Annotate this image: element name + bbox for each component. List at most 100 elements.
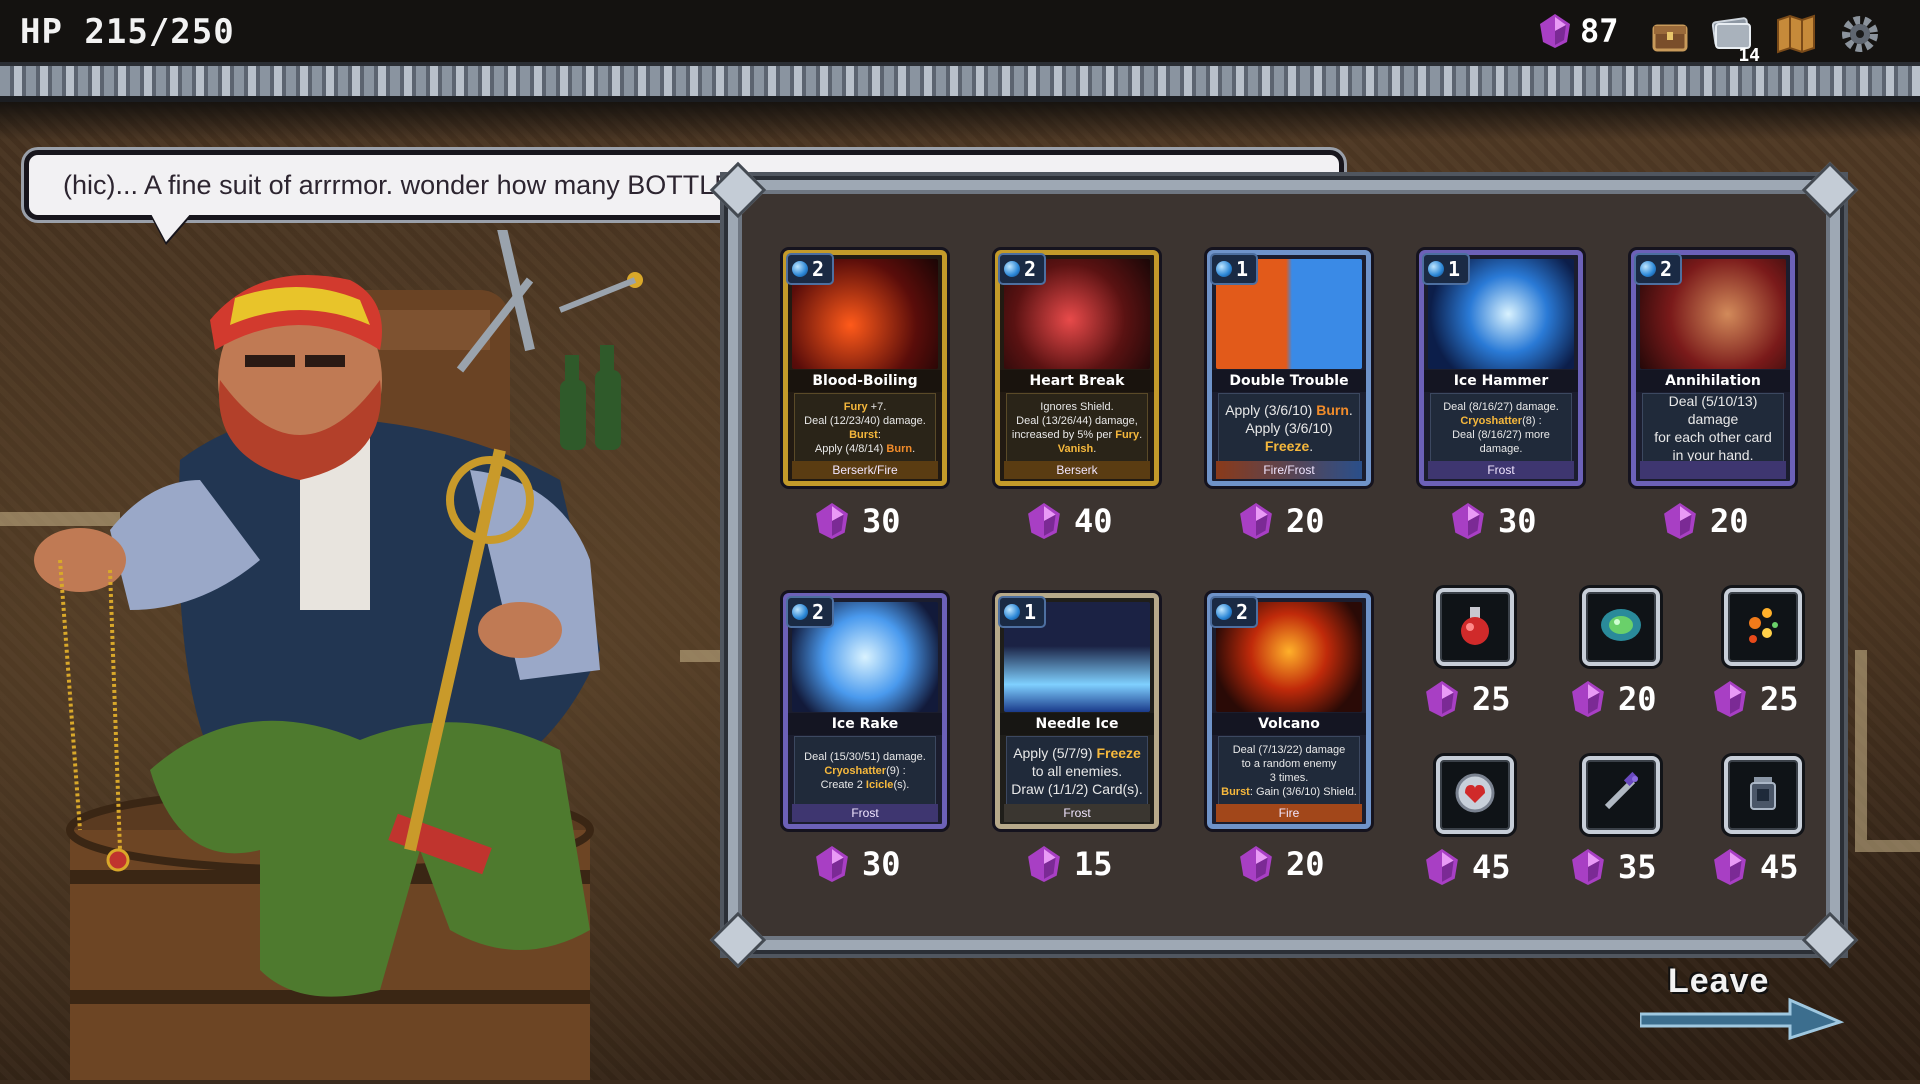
mana-orb-icon [1640, 261, 1656, 277]
relic-price: 20 [1572, 680, 1657, 718]
relic-price-value: 25 [1760, 680, 1799, 718]
map-road [1855, 650, 1867, 840]
shop-card[interactable]: 1 Double Trouble Apply (3/6/10) Burn. Apply… [1207, 250, 1371, 486]
card-description: Fury +7. Deal (12/23/40) damage. Burst: App… [794, 393, 936, 463]
shop-relic[interactable] [1724, 588, 1802, 666]
card-cost-value: 1 [1024, 600, 1037, 624]
card-description: Deal (15/30/51) damage. Cryoshatter(9) :C… [794, 736, 936, 806]
red-potion-icon [1449, 599, 1501, 655]
ornate-top-border [0, 62, 1920, 102]
heart-orb-icon [1449, 767, 1501, 823]
card-type [1640, 461, 1786, 479]
card-type: Fire [1216, 804, 1362, 822]
purple-gem-icon [1572, 681, 1604, 717]
card-name: Double Trouble [1212, 370, 1366, 392]
card-type: Frost [792, 804, 938, 822]
card-name: Heart Break [1000, 370, 1154, 392]
gem-count: 87 [1580, 12, 1619, 50]
shop-card[interactable]: 2 Blood-Boiling SwordFury +7.Deal (12/23/… [783, 250, 947, 486]
card-price-value: 20 [1286, 502, 1325, 540]
card-cost-value: 2 [1236, 600, 1249, 624]
card-price: 15 [1028, 845, 1113, 883]
card-cost-value: 2 [812, 257, 825, 281]
top-bar: HP 215/250 87 14 [0, 0, 1920, 70]
purple-gem-icon [1714, 681, 1746, 717]
purple-gem-icon [1572, 849, 1604, 885]
mana-orb-icon [1216, 261, 1232, 277]
settings-gear-icon[interactable] [1838, 12, 1882, 56]
purple-gem-icon [1714, 849, 1746, 885]
shop-card[interactable]: 2 Annihilation Deal (5/10/13) damage for ea… [1631, 250, 1795, 486]
purple-gem-icon [1028, 503, 1060, 539]
shop-card[interactable]: 1 Ice Hammer Deal (8/16/27) damage. Cryosha… [1419, 250, 1583, 486]
green-gem-icon [1595, 599, 1647, 655]
gem-counter: 87 [1540, 12, 1619, 50]
mana-orb-icon [1004, 261, 1020, 277]
mana-orb-icon [792, 604, 808, 620]
card-cost: 1 [1210, 253, 1258, 285]
purple-gem-icon [1664, 503, 1696, 539]
purple-gem-icon [1540, 14, 1570, 48]
relic-price: 25 [1426, 680, 1511, 718]
card-price: 20 [1240, 502, 1325, 540]
card-name: Annihilation [1636, 370, 1790, 392]
shop-card[interactable]: 2 Volcano Deal (7/13/22) damage to a random… [1207, 593, 1371, 829]
map-scroll-icon[interactable] [1774, 12, 1818, 56]
relic-price-value: 20 [1618, 680, 1657, 718]
purple-gem-icon [1426, 681, 1458, 717]
card-cost-value: 2 [1024, 257, 1037, 281]
shop-card[interactable]: 1 Needle Ice Apply (5/7/9) Freeze to all en… [995, 593, 1159, 829]
dialog-tail [150, 212, 192, 242]
shop-relic[interactable] [1436, 588, 1514, 666]
card-cost: 2 [998, 253, 1046, 285]
card-name: Needle Ice [1000, 713, 1154, 735]
card-price-value: 20 [1286, 845, 1325, 883]
relic-price: 45 [1714, 848, 1799, 886]
card-name: Volcano [1212, 713, 1366, 735]
arrow-right-icon [1640, 997, 1845, 1040]
shop-relic[interactable] [1582, 756, 1660, 834]
shop-relic[interactable] [1724, 756, 1802, 834]
card-type: Frost [1428, 461, 1574, 479]
dagger-icon [1595, 767, 1647, 823]
card-cost-value: 1 [1448, 257, 1461, 281]
purple-gem-icon [1028, 846, 1060, 882]
leave-button[interactable]: Leave [1640, 960, 1850, 1040]
shop-card[interactable]: 2 Ice Rake Deal (15/30/51) damage. Cryoshat… [783, 593, 947, 829]
card-price: 40 [1028, 502, 1113, 540]
card-name: Ice Rake [788, 713, 942, 735]
card-price: 20 [1664, 502, 1749, 540]
card-price: 30 [1452, 502, 1537, 540]
mana-orb-icon [792, 261, 808, 277]
purple-gem-icon [1452, 503, 1484, 539]
map-road [1855, 840, 1920, 852]
card-cost-value: 2 [1660, 257, 1673, 281]
card-description: Deal (5/10/13) damage for each other card… [1642, 393, 1784, 463]
treasure-chest-icon[interactable] [1648, 12, 1692, 56]
card-cost: 2 [1634, 253, 1682, 285]
card-description: Deal (7/13/22) damage to a random enemy 3 … [1218, 736, 1360, 806]
relic-price-value: 25 [1472, 680, 1511, 718]
relic-price-value: 35 [1618, 848, 1657, 886]
card-description: Ignores Shield. Deal (13/26/44) damage, in… [1006, 393, 1148, 463]
fire-sparks-icon [1737, 599, 1789, 655]
mana-orb-icon [1004, 604, 1020, 620]
purple-gem-icon [816, 846, 848, 882]
card-name: Blood-Boiling Sword [788, 370, 942, 411]
shop-relic[interactable] [1582, 588, 1660, 666]
card-price-value: 30 [1498, 502, 1537, 540]
card-description: Apply (3/6/10) Burn. Apply (3/6/10) Freeze… [1218, 393, 1360, 463]
relic-price-value: 45 [1760, 848, 1799, 886]
merchant-portrait [0, 218, 720, 1084]
card-price-value: 30 [862, 845, 901, 883]
relic-price: 45 [1426, 848, 1511, 886]
card-deck-icon[interactable]: 14 [1710, 12, 1760, 66]
card-price: 30 [816, 845, 901, 883]
mana-orb-icon [1216, 604, 1232, 620]
card-name: Ice Hammer [1424, 370, 1578, 392]
top-shadow [0, 102, 1920, 140]
shop-relic[interactable] [1436, 756, 1514, 834]
purple-gem-icon [1426, 849, 1458, 885]
shop-card[interactable]: 2 Heart Break Ignores Shield. Deal (13/26/4… [995, 250, 1159, 486]
card-cost: 2 [786, 596, 834, 628]
